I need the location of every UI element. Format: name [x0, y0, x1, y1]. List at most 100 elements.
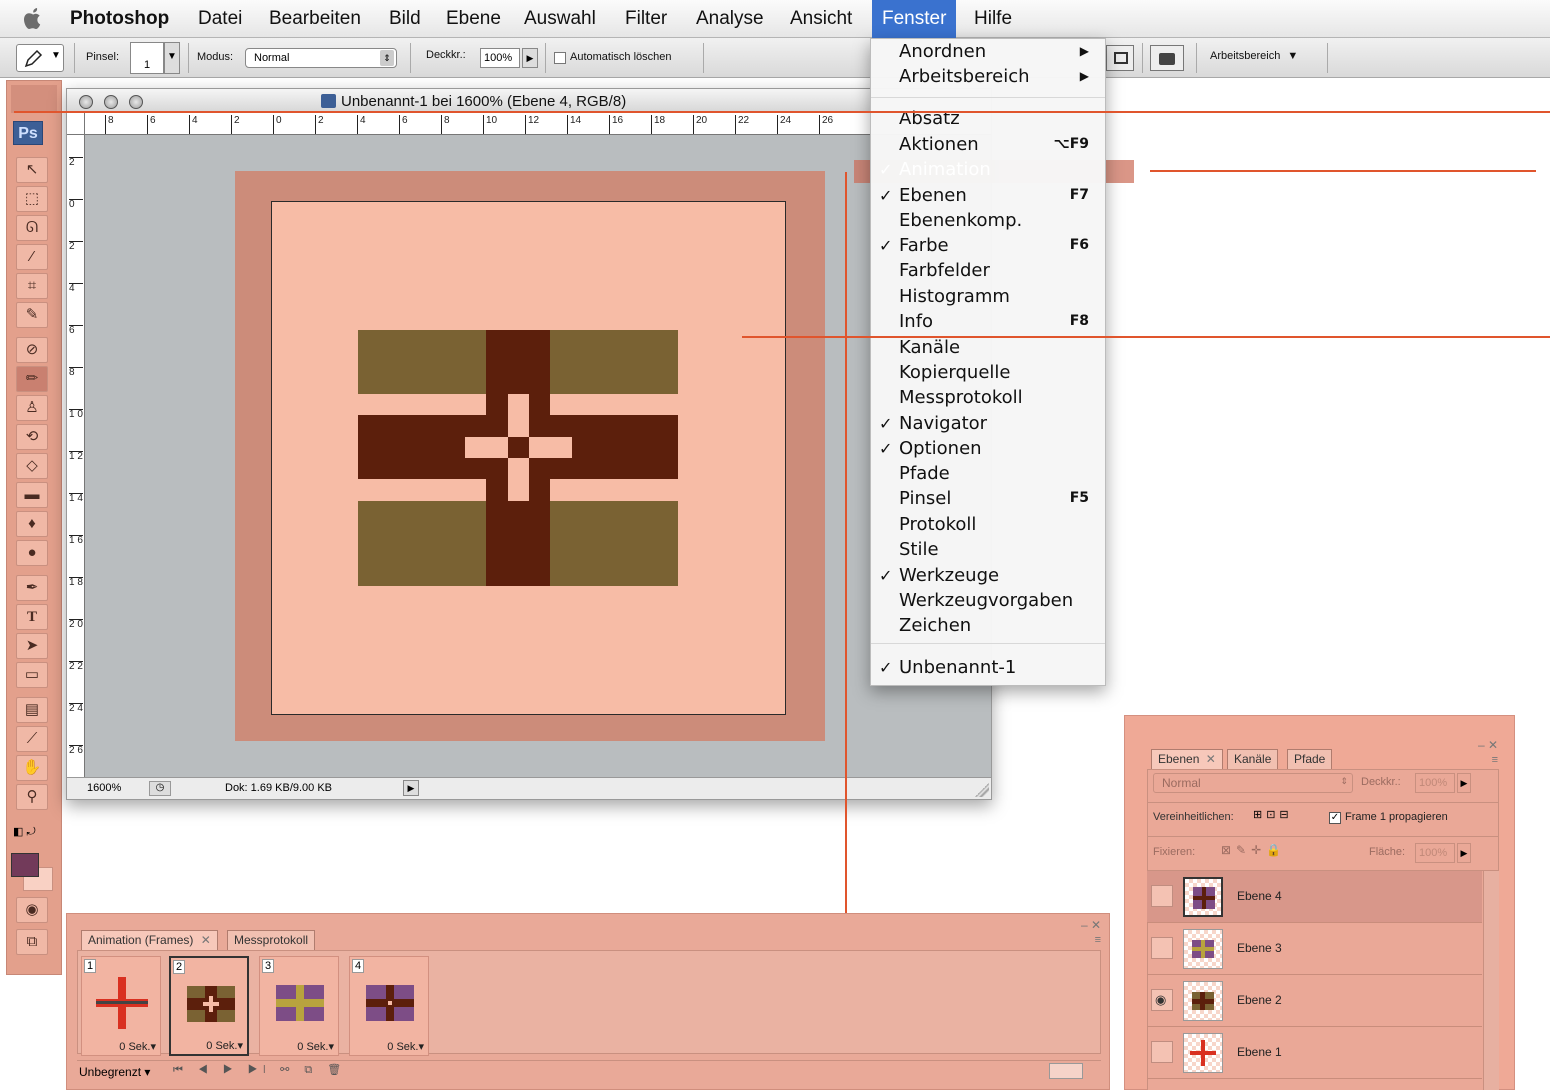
animation-frame-1[interactable]: 1 0 Sek.▾ [81, 956, 161, 1056]
brush-picker[interactable]: 1 [130, 42, 164, 74]
tab-kanale[interactable]: Kanäle [1227, 749, 1279, 769]
pen-tool-icon[interactable]: ✒ [16, 575, 48, 601]
workspace-button[interactable]: Arbeitsbereich ▼ [1210, 50, 1298, 62]
menu-item-navigator[interactable]: ✓ Navigator [871, 411, 1105, 436]
menu-ebene[interactable]: Ebene [436, 0, 511, 38]
menu-item-werkzeuge[interactable]: ✓ Werkzeuge [871, 563, 1105, 588]
blur-tool-icon[interactable]: ♦ [16, 511, 48, 537]
tab-messprotokoll[interactable]: Messprotokoll [227, 930, 316, 950]
menu-item-pinsel[interactable]: Pinsel F5 [871, 486, 1105, 511]
lasso-tool-icon[interactable]: ᘏ [16, 215, 48, 241]
apple-icon[interactable] [22, 6, 44, 32]
shape-tool-icon[interactable]: ▭ [16, 662, 48, 688]
minimize-window-button[interactable] [104, 95, 118, 109]
panel-menu-icon[interactable]: ≡ [1095, 934, 1101, 946]
visibility-toggle[interactable] [1151, 885, 1173, 907]
menu-item-unbenannt-1[interactable]: ✓ Unbenannt-1 [871, 655, 1105, 680]
screen-mode-icon[interactable]: ⧉ [16, 929, 48, 955]
menu-item-kanäle[interactable]: Kanäle [871, 335, 1105, 360]
status-menu-button[interactable]: ▶ [403, 780, 419, 796]
menu-item-arbeitsbereich[interactable]: Arbeitsbereich ▶ [871, 64, 1105, 89]
toolbox-header[interactable] [11, 85, 57, 113]
swap-colors-icon[interactable]: ◧ ⤾ [13, 825, 36, 839]
type-tool-icon[interactable]: T [16, 604, 48, 630]
horizontal-ruler[interactable]: 8 6 4 2 0 2 4 6 8 10 12 14 16 18 20 22 24 26 [85, 113, 991, 135]
lock-buttons[interactable]: ⊠✎✛🔒 [1221, 843, 1303, 863]
hand-tool-icon[interactable]: ✋ [16, 755, 48, 781]
frame-delay[interactable]: 0 Sek.▾ [119, 1040, 156, 1053]
menu-bearbeiten[interactable]: Bearbeiten [259, 0, 371, 38]
gradient-tool-icon[interactable]: ▬ [16, 482, 48, 508]
panel-close-icon[interactable]: – ✕ [1081, 918, 1101, 932]
menu-item-werkzeugvorgaben[interactable]: Werkzeugvorgaben [871, 588, 1105, 613]
vertical-ruler[interactable]: 2 0 2 4 6 8 1 0 1 2 1 4 1 6 1 8 2 0 2 2 2 4 2 6 [67, 135, 85, 783]
menu-bild[interactable]: Bild [379, 0, 431, 38]
menu-item-farbfelder[interactable]: Farbfelder [871, 258, 1105, 283]
unify-buttons[interactable]: ⊞⊡⊟ [1253, 808, 1323, 828]
opacity-input[interactable]: 100% [480, 48, 520, 68]
menu-analyse[interactable]: Analyse [686, 0, 774, 38]
healing-brush-tool-icon[interactable]: ⊘ [16, 337, 48, 363]
ruler-origin[interactable] [67, 113, 85, 135]
menu-item-kopierquelle[interactable]: Kopierquelle [871, 360, 1105, 385]
menu-ansicht[interactable]: Ansicht [780, 0, 862, 38]
layer-opacity-input[interactable]: 100% [1415, 773, 1455, 793]
tab-ebenen[interactable]: Ebenen ✕ [1151, 749, 1223, 769]
propagate-checkbox[interactable]: ✓ [1329, 812, 1341, 824]
menu-item-stile[interactable]: Stile [871, 537, 1105, 562]
menu-datei[interactable]: Datei [188, 0, 252, 38]
layer-row-ebene-1[interactable]: Ebene 1 [1147, 1027, 1482, 1079]
eraser-tool-icon[interactable]: ◇ [16, 453, 48, 479]
animation-frame-4[interactable]: 4 0 Sek.▾ [349, 956, 429, 1056]
layer-name[interactable]: Ebene 4 [1237, 889, 1282, 903]
menu-item-aktionen[interactable]: Aktionen ⌥F9 [871, 132, 1105, 157]
menu-filter[interactable]: Filter [615, 0, 677, 38]
layers-scrollbar[interactable] [1483, 871, 1499, 1090]
menu-hilfe[interactable]: Hilfe [964, 0, 1022, 38]
opacity-slider-button[interactable]: ▶ [522, 48, 538, 68]
tool-preset-picker[interactable]: ▼ [16, 44, 64, 72]
tab-pfade[interactable]: Pfade [1287, 749, 1333, 769]
menu-item-anordnen[interactable]: Anordnen ▶ [871, 39, 1105, 64]
canvas-area[interactable] [85, 135, 991, 777]
menu-item-pfade[interactable]: Pfade [871, 461, 1105, 486]
menu-item-absatz[interactable]: Absatz [871, 106, 1105, 131]
panel-close-icon[interactable]: – ✕ [1478, 738, 1498, 752]
stamp-tool-icon[interactable]: ♙ [16, 395, 48, 421]
menu-item-animation[interactable]: ✓ Animation [871, 157, 1105, 182]
menu-item-histogramm[interactable]: Histogramm [871, 284, 1105, 309]
quick-mask-icon[interactable]: ◉ [16, 897, 48, 923]
resize-grip-icon[interactable] [975, 783, 989, 797]
layer-name[interactable]: Ebene 3 [1237, 941, 1282, 955]
zoom-level[interactable]: 1600% [87, 782, 121, 794]
path-selection-tool-icon[interactable]: ➤ [16, 633, 48, 659]
document-titlebar[interactable]: Unbenannt-1 bei 1600% (Ebene 4, RGB/8) [67, 89, 991, 113]
animation-frame-2[interactable]: 2 0 Sek.▾ [169, 956, 249, 1056]
playback-controls[interactable]: ⏮ ◀ ▶ ▶❘ ⚯ ⧉ 🗑 [173, 1063, 347, 1077]
pencil-tool-icon[interactable]: ✏ [16, 366, 48, 392]
slice-tool-icon[interactable]: ✎ [16, 302, 48, 328]
layer-opacity-slider[interactable]: ▶ [1457, 773, 1471, 793]
notes-tool-icon[interactable]: ▤ [16, 697, 48, 723]
menu-item-ebenen[interactable]: ✓ Ebenen F7 [871, 183, 1105, 208]
zoom-window-button[interactable] [129, 95, 143, 109]
marquee-tool-icon[interactable]: ⬚ [16, 186, 48, 212]
close-tab-icon[interactable]: ✕ [1206, 752, 1216, 766]
menu-item-optionen[interactable]: ✓ Optionen [871, 436, 1105, 461]
visibility-toggle[interactable] [1151, 937, 1173, 959]
fill-input[interactable]: 100% [1415, 843, 1455, 863]
bridge-icon[interactable] [1150, 45, 1184, 71]
history-brush-tool-icon[interactable]: ⟲ [16, 424, 48, 450]
fill-slider[interactable]: ▶ [1457, 843, 1471, 863]
menu-item-zeichen[interactable]: Zeichen [871, 613, 1105, 638]
blend-mode-select[interactable]: Normal ⇕ [1153, 773, 1353, 793]
frame-delay[interactable]: 0 Sek.▾ [206, 1039, 243, 1052]
auto-erase-checkbox[interactable] [554, 52, 566, 64]
loop-select[interactable]: Unbegrenzt ▾ [79, 1065, 150, 1079]
frame-delay[interactable]: 0 Sek.▾ [297, 1040, 334, 1053]
menu-item-protokoll[interactable]: Protokoll [871, 512, 1105, 537]
visibility-toggle[interactable] [1151, 1041, 1173, 1063]
zoom-tool-icon[interactable]: ⚲ [16, 784, 48, 810]
menu-photoshop[interactable]: Photoshop [60, 0, 179, 38]
clock-icon[interactable]: ◷ [149, 781, 171, 796]
